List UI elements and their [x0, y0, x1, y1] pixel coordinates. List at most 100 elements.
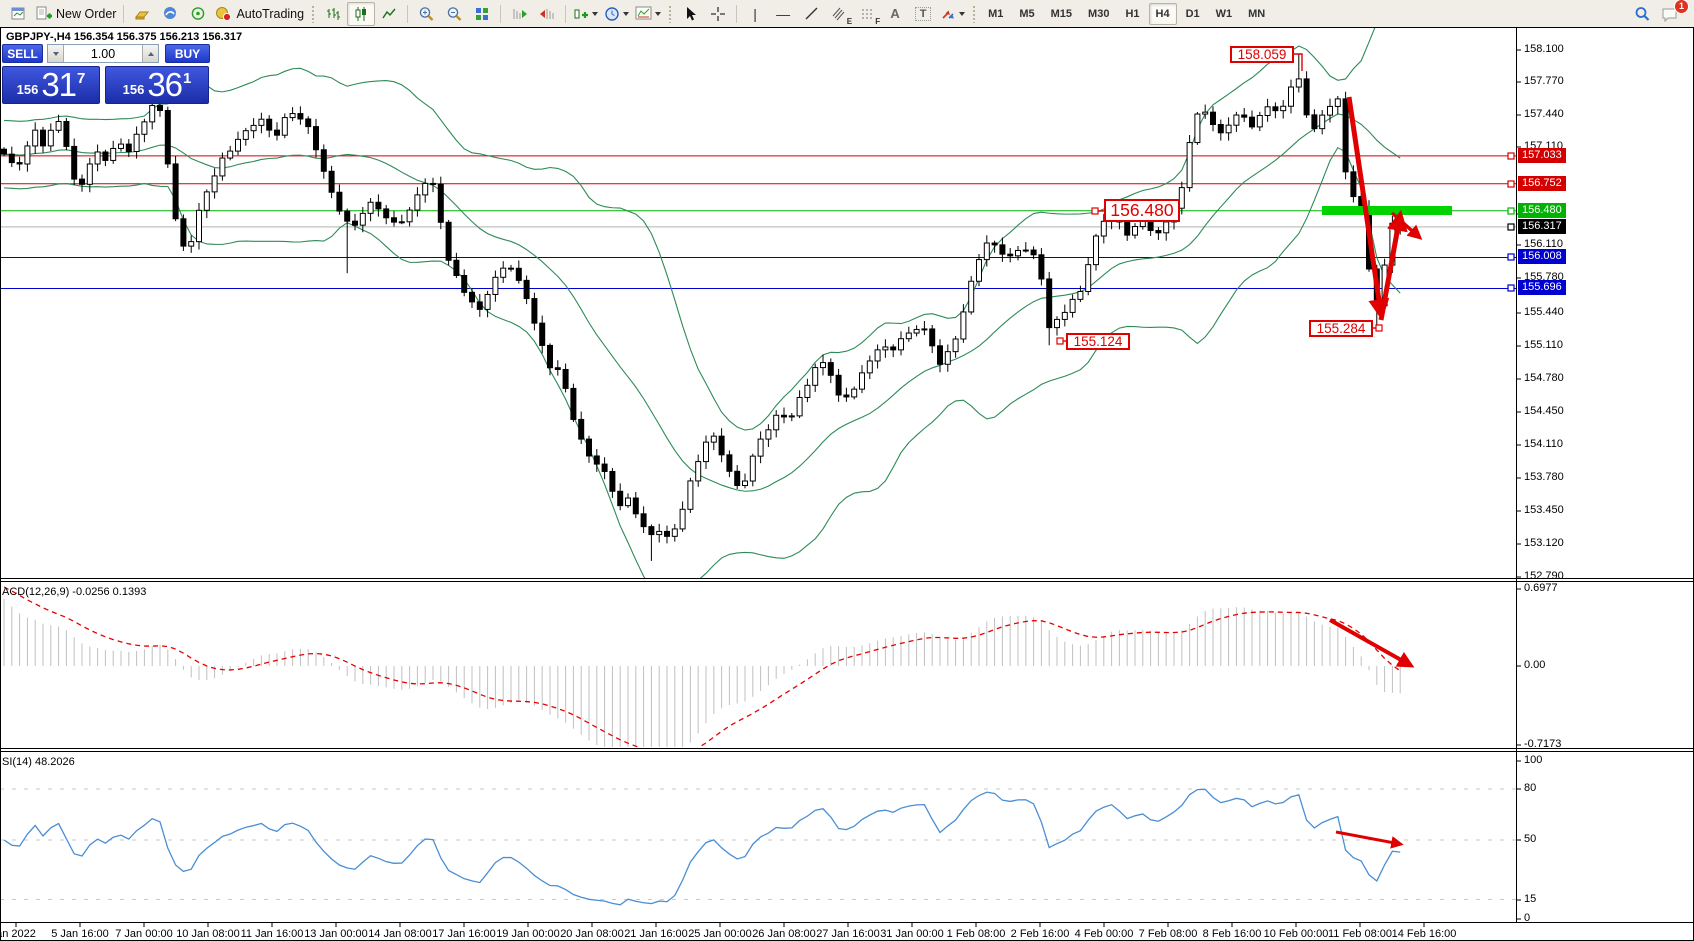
line-chart-button[interactable]: [375, 2, 403, 26]
highlight-bar: [1322, 206, 1452, 215]
buy-price-sup: 1: [183, 70, 191, 87]
fibo-tool-letter: F: [875, 17, 880, 26]
trendline-icon: [804, 6, 819, 21]
timeframe-h4[interactable]: H4: [1149, 3, 1177, 25]
timeframe-m1[interactable]: M1: [981, 3, 1010, 25]
vertical-line-tool-button[interactable]: |: [741, 2, 769, 26]
clock-icon: [604, 6, 620, 22]
buy-button[interactable]: BUY: [165, 44, 210, 63]
bar-chart-button[interactable]: [319, 2, 347, 26]
sell-price-sup: 7: [77, 70, 85, 87]
timeframe-m5[interactable]: M5: [1012, 3, 1041, 25]
zoom-in-button[interactable]: [412, 2, 440, 26]
fibonacci-tool-button[interactable]: F: [853, 2, 881, 26]
macd-label: ACD(12,26,9) -0.0256 0.1393: [2, 586, 146, 598]
trend-arrow: [1336, 832, 1400, 844]
text-tool-button[interactable]: A: [881, 2, 909, 26]
crosshair-tool-button[interactable]: [704, 2, 732, 26]
timeframe-mn[interactable]: MN: [1241, 3, 1272, 25]
new-order-label: New Order: [56, 7, 116, 21]
autotrading-button[interactable]: AutoTrading: [212, 2, 307, 26]
volume-control: [47, 44, 159, 63]
volume-increase-button[interactable]: [142, 45, 158, 62]
gold-ingot-icon: [134, 7, 151, 21]
toolbar-handle: [972, 5, 976, 23]
separator: [407, 5, 408, 23]
indicators-icon: [635, 6, 652, 21]
text-label-tool-button[interactable]: T: [909, 2, 937, 26]
new-chart-button[interactable]: [570, 2, 601, 26]
channel-tool-letter: E: [847, 17, 852, 26]
arrows-tool-button[interactable]: [937, 2, 968, 26]
chart-window-icon: [11, 7, 25, 20]
trendline-tool-button[interactable]: [797, 2, 825, 26]
search-icon: [1634, 6, 1651, 22]
zoom-out-button[interactable]: [440, 2, 468, 26]
sell-price-big: 31: [41, 66, 76, 104]
timeframe-group: M1M5M15M30H1H4D1W1MN: [980, 3, 1273, 25]
buy-price-big: 36: [147, 66, 182, 104]
annotation-layer: [1057, 54, 1452, 844]
chart-title: GBPJPY-,H4 156.354 156.375 156.213 156.3…: [6, 31, 242, 43]
equidistant-channel-icon: [832, 7, 847, 21]
new-order-button[interactable]: New Order: [32, 2, 119, 26]
timeframe-m15[interactable]: M15: [1044, 3, 1079, 25]
community-icon[interactable]: [156, 2, 184, 26]
window-menu-icon[interactable]: [4, 2, 32, 26]
zoom-out-icon: [446, 6, 463, 22]
gold-bar-icon[interactable]: [128, 2, 156, 26]
channel-tool-button[interactable]: E: [825, 2, 853, 26]
autotrading-label: AutoTrading: [236, 7, 304, 21]
sell-price-display[interactable]: 156 31 7: [2, 66, 100, 104]
volume-decrease-button[interactable]: [48, 45, 64, 62]
zoom-in-icon: [418, 6, 435, 22]
tile-windows-icon: [474, 6, 490, 22]
trend-arrow: [1349, 97, 1381, 314]
bar-chart-icon: [325, 6, 341, 22]
auto-scroll-button[interactable]: [505, 2, 533, 26]
separator: [565, 5, 566, 23]
label-tool-letter: T: [915, 7, 932, 21]
triangle-up-icon: [148, 52, 154, 56]
candlestick-icon: [353, 6, 369, 22]
chart-canvas[interactable]: [0, 0, 1694, 941]
indicators-button[interactable]: [632, 2, 664, 26]
signals-icon: [190, 6, 206, 21]
profiles-button[interactable]: [601, 2, 632, 26]
rsi-label: SI(14) 48.2026: [2, 756, 75, 768]
triangle-down-icon: [53, 52, 59, 56]
notifications-button[interactable]: 1: [1656, 2, 1684, 26]
timeframe-w1[interactable]: W1: [1209, 3, 1240, 25]
timeframe-m30[interactable]: M30: [1081, 3, 1116, 25]
dropdown-caret-icon: [959, 12, 965, 16]
dropdown-caret-icon: [655, 12, 661, 16]
search-button[interactable]: [1628, 2, 1656, 26]
buy-price-display[interactable]: 156 36 1: [105, 66, 209, 104]
candlestick-chart-button[interactable]: [347, 2, 375, 26]
line-chart-icon: [381, 6, 397, 22]
separator: [736, 5, 737, 23]
horizontal-line-tool-button[interactable]: —: [769, 2, 797, 26]
tile-windows-button[interactable]: [468, 2, 496, 26]
main-panel-layer: [0, 18, 1516, 601]
one-click-trading-panel: SELL BUY 156 31 7 156 36 1: [2, 44, 210, 104]
cursor-tool-button[interactable]: [676, 2, 704, 26]
timeframe-h1[interactable]: H1: [1118, 3, 1146, 25]
toolbar-handle: [668, 5, 672, 23]
volume-input[interactable]: [64, 45, 142, 62]
cursor-icon: [683, 6, 697, 22]
crosshair-icon: [710, 6, 726, 22]
sell-button[interactable]: SELL: [2, 44, 43, 63]
new-chart-icon: [573, 6, 589, 22]
chart-shift-button[interactable]: [533, 2, 561, 26]
separator: [500, 5, 501, 23]
toolbar-handle: [311, 5, 315, 23]
arrows-icon: [940, 6, 956, 21]
mt4-window: New Order AutoTrading: [0, 0, 1694, 941]
timeframe-d1[interactable]: D1: [1179, 3, 1207, 25]
buy-price-int: 156: [123, 82, 145, 97]
toolbar: New Order AutoTrading: [0, 0, 1694, 27]
signals-icon-button[interactable]: [184, 2, 212, 26]
autotrading-icon: [215, 6, 232, 22]
fibonacci-icon: [860, 7, 875, 21]
